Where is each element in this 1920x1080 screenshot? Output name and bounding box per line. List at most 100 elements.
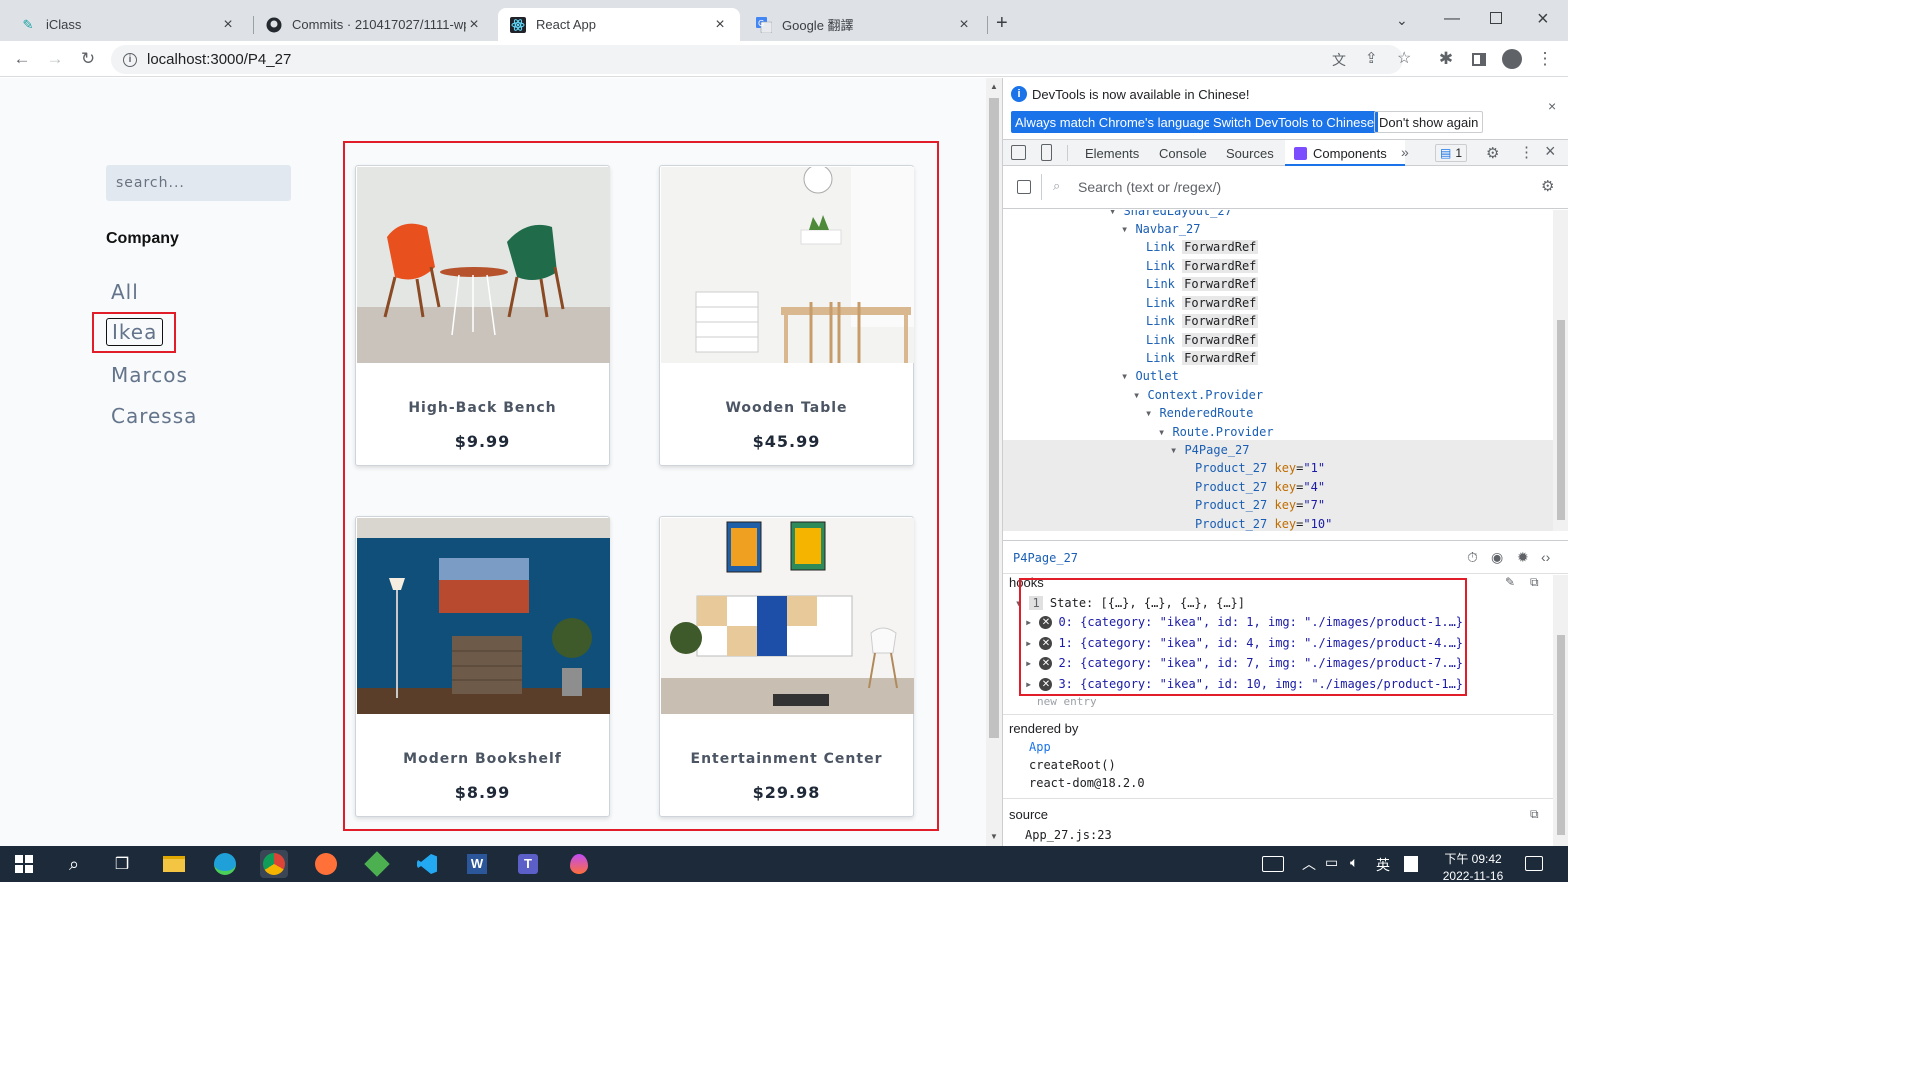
tree-node-selected[interactable]: P4Page_27 — [1184, 443, 1249, 457]
device-toolbar-icon[interactable] — [1041, 144, 1052, 161]
edge-icon[interactable] — [211, 850, 239, 878]
close-banner-icon[interactable]: × — [1548, 98, 1556, 114]
tree-node[interactable]: RenderedRoute — [1159, 406, 1253, 420]
minimize-button[interactable]: — — [1444, 10, 1460, 28]
close-window-button[interactable]: × — [1537, 8, 1549, 31]
volume-icon[interactable]: 🔈︎ — [1350, 854, 1358, 871]
debug-bug-icon[interactable]: ✹ — [1517, 549, 1529, 566]
address-bar[interactable]: i localhost:3000/P4_27 ⽂ ⇪ ☆ — [111, 45, 1411, 74]
forward-icon[interactable]: → — [43, 47, 67, 71]
match-language-button[interactable]: Always match Chrome's language — [1011, 111, 1216, 133]
chrome-icon[interactable] — [260, 850, 288, 878]
side-panel-icon[interactable] — [1467, 47, 1491, 71]
tab-react-app[interactable]: React App × — [498, 8, 740, 41]
tree-node[interactable]: Link — [1146, 351, 1175, 365]
tree-node[interactable]: Navbar_27 — [1135, 222, 1200, 236]
details-scrollbar[interactable] — [1553, 575, 1568, 846]
vscode-icon[interactable] — [413, 850, 441, 878]
view-source-icon[interactable]: ‹› — [1541, 549, 1550, 565]
close-devtools-icon[interactable]: × — [1545, 141, 1556, 162]
close-tab-icon[interactable]: × — [956, 16, 972, 34]
tree-scrollbar[interactable] — [1553, 210, 1568, 531]
tree-node[interactable]: Link — [1146, 240, 1175, 254]
profile-avatar[interactable] — [1500, 47, 1524, 71]
tree-node[interactable]: Route.Provider — [1172, 425, 1273, 439]
page-scrollbar[interactable]: ▲ ▼ — [986, 78, 1002, 846]
teams-icon[interactable]: T — [514, 850, 542, 878]
tab-iclass[interactable]: ✎ iClass × — [8, 8, 248, 41]
tab-sources[interactable]: Sources — [1226, 140, 1274, 166]
back-icon[interactable]: ← — [10, 47, 34, 71]
tree-node[interactable]: Link — [1146, 333, 1175, 347]
translate-icon[interactable]: ⽂ — [1332, 50, 1346, 70]
search-icon[interactable]: ⌕ — [60, 850, 88, 878]
tree-node[interactable]: Context.Provider — [1147, 388, 1263, 402]
new-entry-input[interactable]: new entry — [1037, 695, 1097, 708]
keyboard-icon[interactable] — [1262, 856, 1284, 872]
source-location[interactable]: App_27.js:23 — [1025, 828, 1112, 842]
git-app-icon[interactable] — [363, 850, 391, 878]
word-icon[interactable]: W — [463, 850, 491, 878]
switch-chinese-button[interactable]: Switch DevTools to Chinese — [1209, 111, 1379, 133]
product-card[interactable]: High-Back Bench $9.99 — [355, 165, 610, 466]
select-element-icon[interactable] — [1017, 180, 1031, 194]
tree-node[interactable]: Link — [1146, 277, 1175, 291]
tree-node[interactable]: Link — [1146, 259, 1175, 273]
bookmark-star-icon[interactable]: ☆ — [1397, 48, 1411, 68]
close-tab-icon[interactable]: × — [712, 16, 728, 34]
category-caressa[interactable]: Caressa — [111, 404, 197, 428]
tree-node[interactable]: Product_27 — [1195, 480, 1267, 494]
maximize-button[interactable] — [1490, 12, 1502, 24]
notifications-icon[interactable] — [1525, 856, 1543, 871]
file-explorer-icon[interactable] — [160, 850, 188, 878]
copy-source-icon[interactable]: ⧉ — [1530, 807, 1539, 822]
category-marcos[interactable]: Marcos — [111, 363, 188, 387]
tab-components-active[interactable]: Components — [1285, 140, 1405, 166]
product-card[interactable]: Wooden Table $45.99 — [659, 165, 914, 466]
components-search-input[interactable]: Search (text or /regex/) — [1078, 179, 1221, 195]
network-icon[interactable]: ▭ — [1325, 854, 1338, 871]
windows-start-icon[interactable] — [10, 850, 38, 878]
rendered-by-item[interactable]: App — [1029, 740, 1051, 754]
issues-badge[interactable]: ▤ 1 — [1435, 144, 1468, 162]
customize-kebab-icon[interactable]: ⋮ — [1519, 143, 1534, 161]
site-info-icon[interactable]: i — [123, 52, 137, 67]
suspend-timer-icon[interactable]: ⏱ — [1467, 549, 1478, 566]
product-card[interactable]: Modern Bookshelf $8.99 — [355, 516, 610, 817]
show-hidden-icons[interactable]: ︿ — [1302, 854, 1316, 874]
scrollbar-thumb[interactable] — [989, 98, 999, 738]
tab-console[interactable]: Console — [1159, 140, 1207, 166]
ime-indicator[interactable]: 英 — [1376, 855, 1390, 875]
components-settings-icon[interactable]: ⚙ — [1541, 177, 1554, 195]
product-card[interactable]: Entertainment Center $29.98 — [659, 516, 914, 817]
ime-pad-icon[interactable] — [1404, 856, 1418, 872]
tree-node[interactable]: Product_27 — [1195, 498, 1267, 512]
url-text[interactable]: localhost:3000/P4_27 — [147, 51, 291, 68]
inspect-element-icon[interactable] — [1011, 145, 1026, 160]
category-all[interactable]: All — [111, 280, 139, 304]
paint-app-icon[interactable] — [565, 850, 593, 878]
tree-node[interactable]: SharedLayout_27 — [1123, 210, 1231, 218]
dont-show-again-button[interactable]: Don't show again — [1374, 111, 1484, 133]
menu-kebab-icon[interactable]: ⋮ — [1533, 47, 1557, 71]
tab-elements[interactable]: Elements — [1085, 140, 1139, 166]
new-tab-button[interactable]: + — [996, 12, 1008, 35]
inspect-eye-icon[interactable]: ◉ — [1491, 549, 1503, 566]
tree-node[interactable]: Outlet — [1135, 369, 1178, 383]
more-tabs-icon[interactable]: » — [1401, 144, 1409, 160]
extensions-icon[interactable]: ✱ — [1434, 47, 1458, 71]
tree-node[interactable]: Product_27 — [1195, 461, 1267, 475]
close-tab-icon[interactable]: × — [220, 16, 236, 34]
tree-node[interactable]: Link — [1146, 314, 1175, 328]
share-icon[interactable]: ⇪ — [1365, 49, 1378, 67]
reload-icon[interactable]: ↻ — [76, 47, 100, 71]
tree-node[interactable]: Product_27 — [1195, 517, 1267, 531]
settings-gear-icon[interactable]: ⚙ — [1486, 144, 1499, 162]
search-input[interactable]: search... — [106, 165, 291, 201]
tab-google-translate[interactable]: G Google 翻譯 × — [744, 8, 984, 41]
copy-icon[interactable]: ⧉ — [1530, 575, 1539, 590]
tab-search-icon[interactable]: ⌄ — [1396, 12, 1408, 29]
firefox-icon[interactable] — [312, 850, 340, 878]
close-tab-icon[interactable]: × — [466, 16, 482, 34]
clock[interactable]: 下午 09:42 2022-11-16 — [1442, 850, 1504, 883]
